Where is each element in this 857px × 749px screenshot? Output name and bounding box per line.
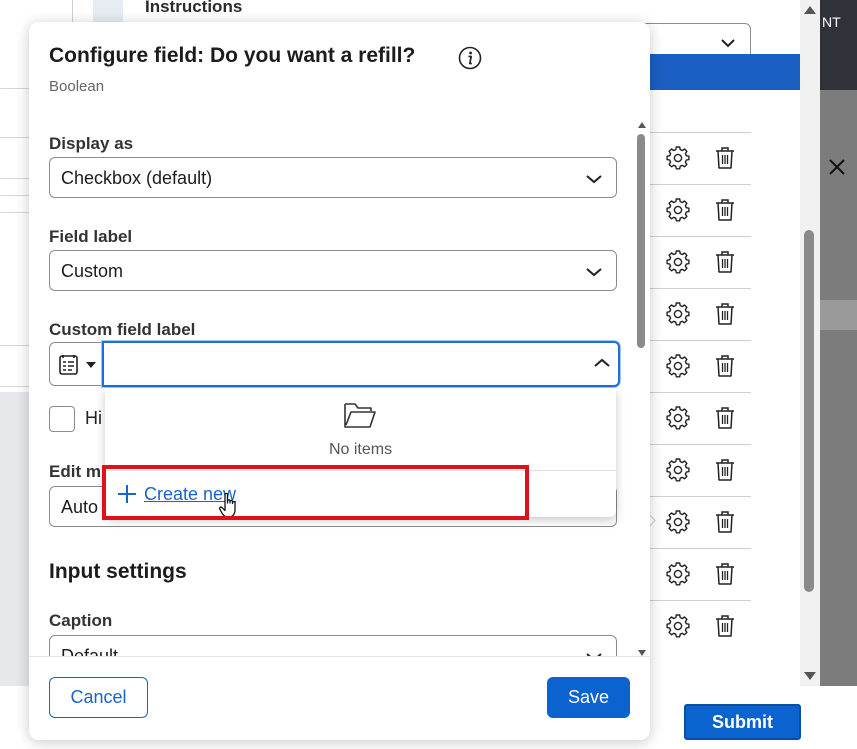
custom-field-label-label: Custom field label — [49, 320, 196, 339]
display-as-label: Display as — [49, 134, 134, 153]
dialog-scrollbar[interactable] — [635, 122, 647, 656]
edit-mode-value: Auto — [61, 497, 99, 517]
dialog-footer: Cancel Save — [29, 656, 650, 740]
property-picker-icon — [59, 355, 78, 375]
field-label-value: Custom — [61, 261, 124, 281]
input-settings-title: Input settings — [49, 560, 187, 583]
caption-select[interactable]: Default — [49, 635, 617, 656]
trash-icon[interactable] — [714, 510, 736, 534]
background-table-row — [650, 496, 751, 548]
gear-icon[interactable] — [666, 250, 690, 274]
field-label-select[interactable]: Custom — [49, 250, 617, 291]
gear-icon[interactable] — [666, 614, 690, 638]
trash-icon[interactable] — [714, 198, 736, 222]
save-button[interactable]: Save — [547, 677, 630, 718]
gear-icon[interactable] — [666, 406, 690, 430]
trash-icon[interactable] — [714, 302, 736, 326]
dialog-subtitle: Boolean — [49, 78, 105, 95]
display-as-select[interactable]: Checkbox (default) — [49, 157, 617, 198]
background-table-row — [650, 444, 751, 496]
background-table-row — [650, 236, 751, 288]
gear-icon[interactable] — [666, 562, 690, 586]
edit-mode-label: Edit m — [49, 462, 101, 481]
trash-icon[interactable] — [714, 406, 736, 430]
caret-down-icon — [86, 362, 96, 368]
gear-icon[interactable] — [666, 510, 690, 534]
background-table-row — [650, 132, 751, 184]
cancel-button[interactable]: Cancel — [49, 677, 148, 718]
chevron-down-icon — [721, 39, 735, 48]
close-icon[interactable] — [828, 158, 846, 176]
dialog-scrollbar-thumb[interactable] — [637, 134, 645, 348]
chevron-up-icon[interactable] — [593, 354, 611, 372]
background-table-row — [650, 288, 751, 340]
trash-icon[interactable] — [714, 458, 736, 482]
dialog-title: Configure field: Do you want a refill? — [49, 44, 416, 67]
gear-icon[interactable] — [666, 302, 690, 326]
folder-icon — [344, 403, 376, 428]
field-label-label: Field label — [49, 227, 133, 246]
background-blue-bar — [650, 54, 820, 90]
trash-icon[interactable] — [714, 354, 736, 378]
background-table-row — [650, 184, 751, 236]
background-table-row — [650, 548, 751, 600]
page-scrollbar[interactable] — [800, 0, 820, 690]
gear-icon[interactable] — [666, 146, 690, 170]
gear-icon[interactable] — [666, 198, 690, 222]
background-table-row — [650, 392, 751, 444]
page-scrollbar-thumb[interactable] — [804, 230, 814, 592]
trash-icon[interactable] — [714, 250, 736, 274]
no-items-text: No items — [328, 441, 393, 458]
hide-label-checkbox-label: Hi — [85, 408, 102, 428]
gear-icon[interactable] — [666, 354, 690, 378]
chevron-down-icon — [586, 175, 602, 184]
trash-icon[interactable] — [714, 146, 736, 170]
side-panel-label: NT — [822, 14, 841, 30]
background-section-title: Instructions — [145, 0, 243, 16]
gear-icon[interactable] — [666, 458, 690, 482]
highlight-annotation — [102, 465, 529, 520]
display-as-value: Checkbox (default) — [61, 168, 213, 188]
side-panel — [820, 0, 857, 749]
trash-icon[interactable] — [714, 562, 736, 586]
hide-label-checkbox[interactable] — [49, 406, 75, 432]
caption-label: Caption — [49, 611, 113, 630]
trash-icon[interactable] — [714, 614, 736, 638]
chevron-down-icon — [586, 653, 602, 656]
configure-field-dialog: Configure field: Do you want a refill? B… — [29, 22, 650, 740]
submit-button[interactable]: Submit — [684, 704, 801, 740]
property-picker-button[interactable] — [49, 342, 103, 386]
info-icon[interactable] — [458, 46, 482, 70]
chevron-down-icon — [586, 268, 602, 277]
background-table-row — [650, 600, 751, 652]
caption-value: Default — [61, 646, 119, 656]
custom-field-label-input[interactable] — [102, 341, 620, 387]
background-table-row — [650, 340, 751, 392]
